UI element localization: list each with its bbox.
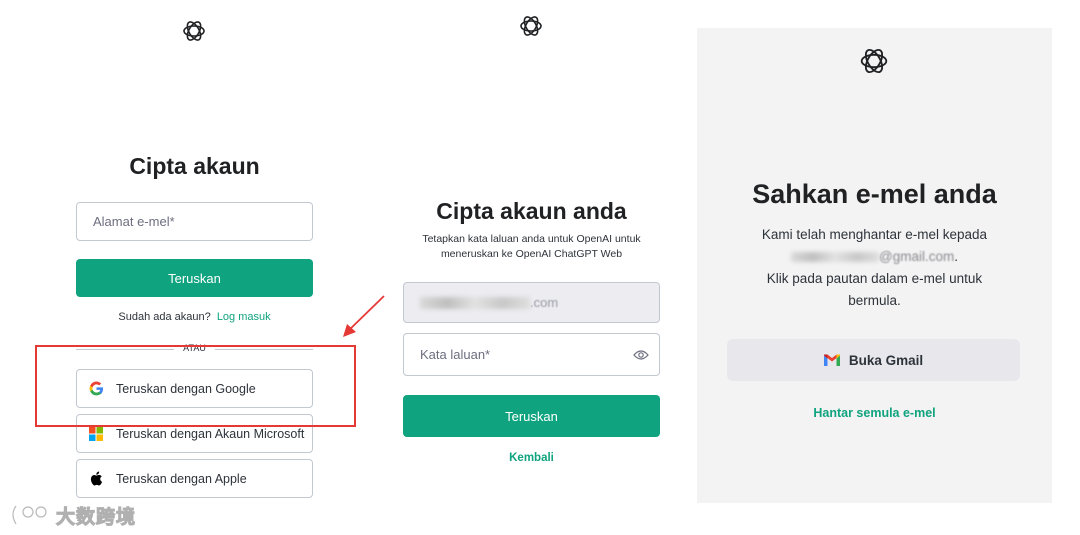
gmail-icon — [823, 354, 840, 366]
period-text: . — [954, 249, 958, 264]
annotation-arrow-icon — [343, 295, 385, 337]
subtitle-line-1: Tetapkan kata laluan anda untuk OpenAI u… — [422, 233, 641, 245]
email-visible-fragment: @gmail.com — [879, 249, 955, 264]
open-gmail-label: Buka Gmail — [848, 352, 924, 368]
login-link[interactable]: Log masuk — [217, 311, 271, 323]
have-account-text: Sudah ada akaun? — [118, 311, 211, 323]
watermark: 大数跨境 — [8, 500, 136, 530]
openai-logo-icon — [518, 13, 544, 39]
subtitle-line-2: meneruskan ke OpenAI ChatGPT Web — [440, 248, 623, 260]
page-title: Sahkan e-mel anda — [752, 179, 997, 209]
password-field[interactable]: Kata laluan* — [403, 333, 660, 376]
openai-logo-icon — [181, 18, 207, 44]
verify-email-line: @gmail.com. — [697, 246, 1052, 268]
apple-icon — [88, 471, 104, 487]
continue-button[interactable]: Teruskan — [76, 259, 313, 297]
email-field-readonly: .com — [403, 282, 660, 323]
apple-button[interactable]: Teruskan dengan Apple — [76, 459, 313, 498]
highlight-box — [35, 345, 356, 427]
eye-icon[interactable] — [633, 349, 649, 361]
open-gmail-button[interactable]: Buka Gmail — [727, 339, 1020, 381]
email-field[interactable]: Alamat e-mel* — [76, 202, 313, 241]
resend-email-link[interactable]: Hantar semula e-mel — [697, 406, 1052, 420]
login-prompt: Sudah ada akaun? Log masuk — [76, 311, 313, 323]
verify-line-1: Kami telah menghantar e-mel kepada — [761, 227, 988, 242]
watermark-text: 大数跨境 — [55, 505, 137, 528]
continue-label: Teruskan — [168, 270, 221, 286]
redacted-email — [791, 252, 879, 263]
openai-logo-icon — [858, 45, 890, 77]
apple-button-label: Teruskan dengan Apple — [116, 471, 247, 486]
password-placeholder: Kata laluan* — [420, 347, 491, 362]
continue-label: Teruskan — [505, 408, 558, 424]
redacted-email — [420, 296, 530, 309]
microsoft-icon — [88, 426, 104, 442]
page-title: Cipta akaun — [129, 153, 260, 179]
verify-message: Kami telah menghantar e-mel kepada @gmai… — [697, 224, 1052, 312]
continue-button[interactable]: Teruskan — [403, 395, 660, 437]
microsoft-button-label: Teruskan dengan Akaun Microsoft — [116, 426, 305, 441]
email-placeholder: Alamat e-mel* — [93, 214, 175, 229]
verify-line-4: bermula. — [848, 293, 901, 308]
verify-line-3: Klik pada pautan dalam e-mel untuk — [766, 271, 983, 286]
page-subtitle: Tetapkan kata laluan anda untuk OpenAI u… — [395, 232, 668, 262]
watermark-logo-icon — [11, 505, 48, 525]
page-title: Cipta akaun anda — [436, 198, 627, 224]
email-visible-suffix: .com — [530, 295, 559, 310]
back-link[interactable]: Kembali — [403, 452, 660, 464]
